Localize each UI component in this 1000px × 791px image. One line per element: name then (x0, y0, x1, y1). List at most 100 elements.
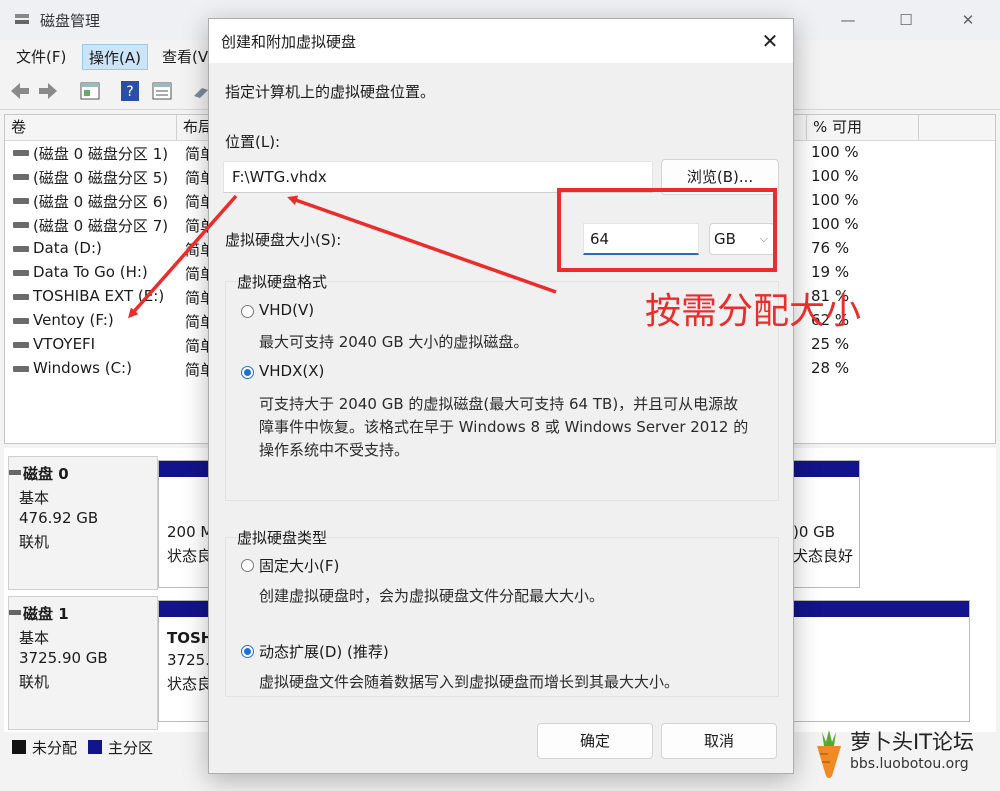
partition-status: 状态良 (167, 675, 213, 693)
legend-swatch-unallocated (12, 740, 26, 754)
menu-file[interactable]: 文件(F) (10, 44, 72, 70)
menu-action[interactable]: 操作(A) (82, 44, 148, 70)
legend-primary: 主分区 (108, 739, 154, 757)
instruction-text: 指定计算机上的虚拟硬盘位置。 (225, 83, 436, 101)
volume-name: Data (D:) (33, 239, 102, 257)
drive-icon (13, 174, 29, 180)
fixed-size-description: 创建虚拟硬盘时，会为虚拟硬盘文件分配最大大小。 (259, 587, 605, 605)
volume-percent-free: 19 % (811, 263, 850, 281)
volume-name: VTOYEFI (33, 335, 96, 353)
legend-unallocated: 未分配 (32, 739, 78, 757)
svg-text:?: ? (126, 84, 133, 100)
volume-percent-free: 100 % (811, 191, 859, 209)
volume-percent-free: 100 % (811, 215, 859, 233)
disk-status: 联机 (19, 533, 50, 551)
partition-status: 犬态良好 ( (793, 547, 860, 565)
partition-bar (791, 601, 969, 617)
back-arrow-icon[interactable] (8, 80, 32, 102)
vhd-label[interactable]: VHD(V) (259, 301, 314, 319)
disk-0-partition-right[interactable]: )0 GB 犬态良好 ( (790, 460, 860, 588)
volume-percent-free: 28 % (811, 359, 850, 377)
volume-name: (磁盘 0 磁盘分区 7) (33, 217, 169, 235)
drive-icon (13, 222, 29, 228)
volume-name: Data To Go (H:) (33, 263, 148, 281)
minimize-button[interactable]: — (826, 6, 870, 34)
column-header-percent-free[interactable]: % 可用 (807, 115, 919, 140)
location-label: 位置(L): (225, 133, 281, 151)
dynamic-expand-radio[interactable] (241, 645, 254, 658)
column-header-volume[interactable]: 卷 (5, 115, 177, 140)
partition-size: )0 GB (793, 523, 836, 541)
disk-size: 3725.90 GB (19, 649, 108, 667)
vhd-description: 最大可支持 2040 GB 大小的虚拟磁盘。 (259, 333, 529, 351)
cancel-button[interactable]: 取消 (661, 723, 777, 759)
dynamic-expand-label[interactable]: 动态扩展(D) (推荐) (259, 641, 389, 662)
fixed-size-label[interactable]: 固定大小(F) (259, 555, 339, 576)
volume-percent-free: 100 % (811, 143, 859, 161)
watermark-title: 萝卜头IT论坛 (850, 730, 975, 754)
partition-label: TOSH (167, 629, 214, 647)
size-label: 虚拟硬盘大小(S): (225, 231, 342, 249)
disk-type: 基本 (19, 629, 50, 647)
disk-1-partition-right[interactable] (790, 600, 970, 722)
drive-icon (13, 342, 29, 348)
dialog-body: 指定计算机上的虚拟硬盘位置。 位置(L): F:\WTG.vhdx 浏览(B).… (209, 63, 793, 773)
menu-view[interactable]: 查看(V (156, 44, 214, 70)
vhdx-label[interactable]: VHDX(X) (259, 362, 324, 380)
dynamic-expand-description: 虚拟硬盘文件会随着数据写入到虚拟硬盘而增长到其最大大小。 (259, 673, 680, 691)
dialog-title-bar: 创建和附加虚拟硬盘 ✕ (209, 19, 793, 63)
forward-arrow-icon[interactable] (36, 80, 60, 102)
format-group-title: 虚拟硬盘格式 (237, 273, 328, 291)
drive-icon (13, 294, 29, 300)
disk-management-app-icon (15, 14, 29, 24)
volume-name: (磁盘 0 磁盘分区 1) (33, 145, 169, 163)
properties-icon[interactable] (150, 80, 174, 102)
partition-size: 3725. (167, 651, 210, 669)
volume-name: TOSHIBA EXT (E:) (33, 287, 165, 305)
annotation-text: 按需分配大小 (645, 291, 862, 332)
volume-name: (磁盘 0 磁盘分区 5) (33, 169, 169, 187)
create-vhd-dialog: 创建和附加虚拟硬盘 ✕ 指定计算机上的虚拟硬盘位置。 位置(L): F:\WTG… (208, 18, 794, 774)
drive-icon (13, 150, 29, 156)
ok-button[interactable]: 确定 (537, 723, 653, 759)
volume-name: Windows (C:) (33, 359, 132, 377)
vhdx-description-line: 障事件中恢复。该格式在早于 Windows 8 或 Windows Server… (259, 418, 749, 436)
vhdx-radio[interactable] (241, 366, 254, 379)
drive-icon (13, 270, 29, 276)
drive-icon (13, 366, 29, 372)
drive-icon (13, 318, 29, 324)
drive-icon (13, 198, 29, 204)
disk-status: 联机 (19, 673, 50, 691)
dialog-title: 创建和附加虚拟硬盘 (221, 33, 357, 51)
disk-name: 磁盘 0 (23, 465, 69, 483)
partition-bar (791, 461, 859, 477)
close-window-button[interactable]: ✕ (946, 6, 990, 34)
disk-size: 476.92 GB (19, 509, 99, 527)
partition-size: 200 M (167, 523, 214, 541)
disk-1-info[interactable]: 磁盘 1 基本 3725.90 GB 联机 (8, 596, 158, 730)
watermark-url: bbs.luobotou.org (850, 756, 969, 772)
disk-icon (9, 610, 21, 615)
window-title: 磁盘管理 (40, 12, 101, 30)
vhdx-description-line: 可支持大于 2040 GB 的虚拟磁盘(最大可支持 64 TB)，并且可从电源故 (259, 395, 739, 413)
volume-name: Ventoy (F:) (33, 311, 114, 329)
disk-type: 基本 (19, 489, 50, 507)
disk-0-info[interactable]: 磁盘 0 基本 476.92 GB 联机 (8, 456, 158, 590)
dialog-close-button[interactable]: ✕ (755, 27, 785, 55)
console-tree-icon[interactable] (78, 80, 102, 102)
legend-swatch-primary (88, 740, 102, 754)
partition-status: 状态良 (167, 547, 213, 565)
fixed-size-radio[interactable] (241, 559, 254, 572)
help-icon[interactable]: ? (118, 80, 142, 102)
size-highlight-box (557, 188, 777, 272)
disk-icon (9, 470, 21, 475)
volume-name: (磁盘 0 磁盘分区 6) (33, 193, 169, 211)
carrot-logo-icon (817, 730, 841, 778)
vhdx-description-line: 操作系统中不受支持。 (259, 441, 410, 459)
volume-percent-free: 76 % (811, 239, 850, 257)
type-group-title: 虚拟硬盘类型 (237, 529, 328, 547)
volume-percent-free: 25 % (811, 335, 850, 353)
maximize-button[interactable]: ☐ (884, 6, 928, 34)
vhd-radio[interactable] (241, 305, 254, 318)
disk-name: 磁盘 1 (23, 605, 69, 623)
